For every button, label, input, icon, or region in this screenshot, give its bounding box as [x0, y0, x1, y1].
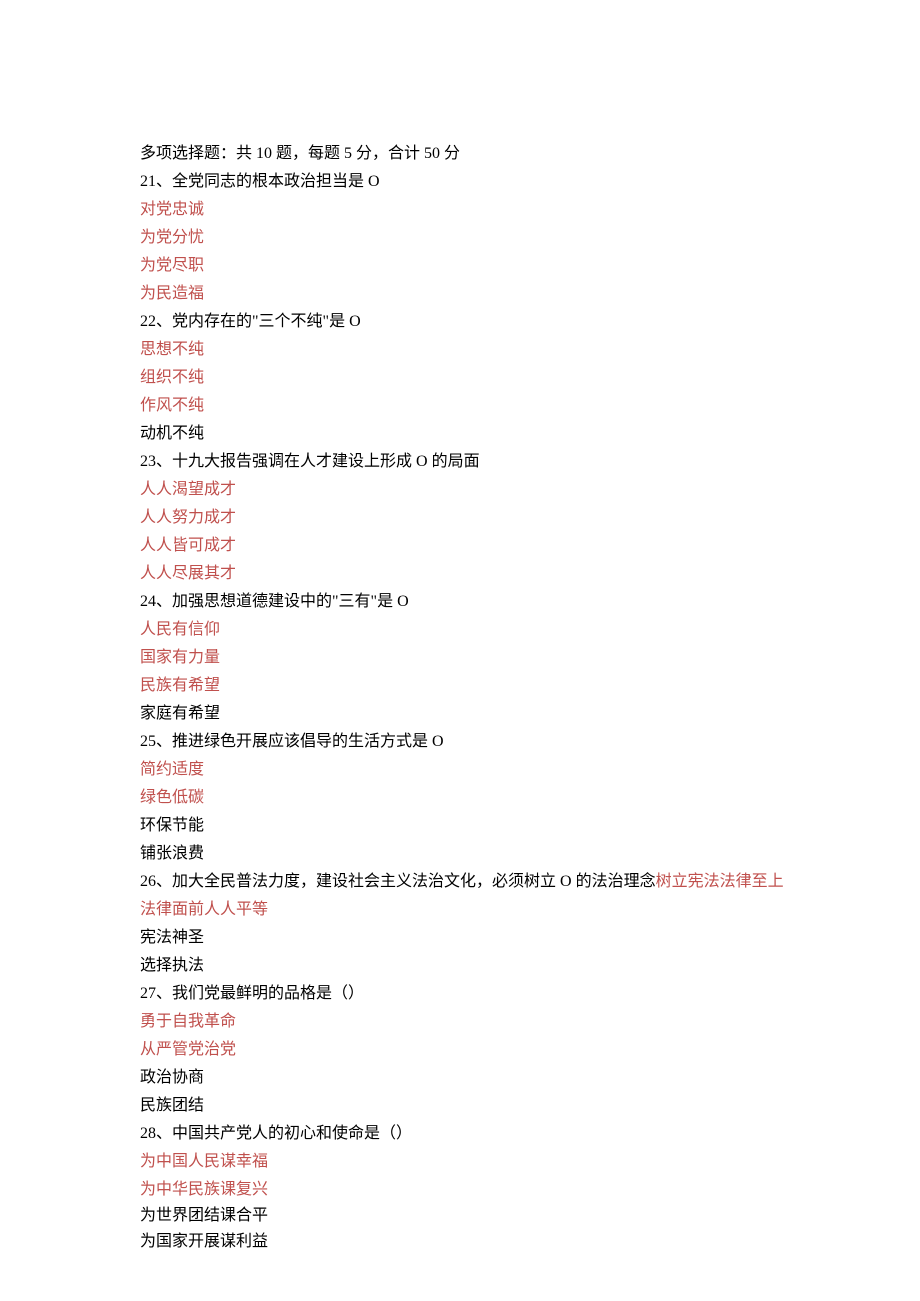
- section-header: 多项选择题：共 10 题，每题 5 分，合计 50 分: [140, 140, 780, 168]
- option: 法律面前人人平等: [140, 896, 780, 924]
- option: 国家有力量: [140, 644, 780, 672]
- document-body: 多项选择题：共 10 题，每题 5 分，合计 50 分 21、全党同志的根本政治…: [140, 140, 780, 1256]
- option: 宪法神圣: [140, 924, 780, 952]
- option: 人人尽展其才: [140, 560, 780, 588]
- question-stem: 25、推进绿色开展应该倡导的生活方式是 O: [140, 728, 780, 756]
- option: 人人渴望成才: [140, 476, 780, 504]
- option: 环保节能: [140, 812, 780, 840]
- option: 为国家开展谋利益: [140, 1228, 780, 1256]
- option: 动机不纯: [140, 420, 780, 448]
- option: 人人努力成才: [140, 504, 780, 532]
- question-stem: 21、全党同志的根本政治担当是 O: [140, 168, 780, 196]
- option: 人民有信仰: [140, 616, 780, 644]
- question-stem: 26、加大全民普法力度，建设社会主义法治文化，必须树立 O 的法治理念树立宪法法…: [140, 868, 780, 896]
- option: 为中华民族课复兴: [140, 1176, 780, 1204]
- question-stem: 24、加强思想道德建设中的"三有"是 O: [140, 588, 780, 616]
- option: 政治协商: [140, 1064, 780, 1092]
- option: 选择执法: [140, 952, 780, 980]
- option-inline: 树立宪法法律至上: [656, 873, 784, 890]
- question-stem: 22、党内存在的"三个不纯"是 O: [140, 308, 780, 336]
- option: 为世界团结课合平: [140, 1204, 780, 1228]
- question-stem: 23、十九大报告强调在人才建设上形成 O 的局面: [140, 448, 780, 476]
- option: 勇于自我革命: [140, 1008, 780, 1036]
- option: 组织不纯: [140, 364, 780, 392]
- question-stem: 28、中国共产党人的初心和使命是（）: [140, 1120, 780, 1148]
- option: 铺张浪费: [140, 840, 780, 868]
- question-stem: 27、我们党最鲜明的品格是（）: [140, 980, 780, 1008]
- option: 思想不纯: [140, 336, 780, 364]
- option: 简约适度: [140, 756, 780, 784]
- option: 民族团结: [140, 1092, 780, 1120]
- option: 对党忠诚: [140, 196, 780, 224]
- option: 民族有希望: [140, 672, 780, 700]
- option: 人人皆可成才: [140, 532, 780, 560]
- option: 家庭有希望: [140, 700, 780, 728]
- option: 绿色低碳: [140, 784, 780, 812]
- option: 作风不纯: [140, 392, 780, 420]
- option: 为民造福: [140, 280, 780, 308]
- option: 为中国人民谋幸福: [140, 1148, 780, 1176]
- option: 为党尽职: [140, 252, 780, 280]
- option: 从严管党治党: [140, 1036, 780, 1064]
- option: 为党分忧: [140, 224, 780, 252]
